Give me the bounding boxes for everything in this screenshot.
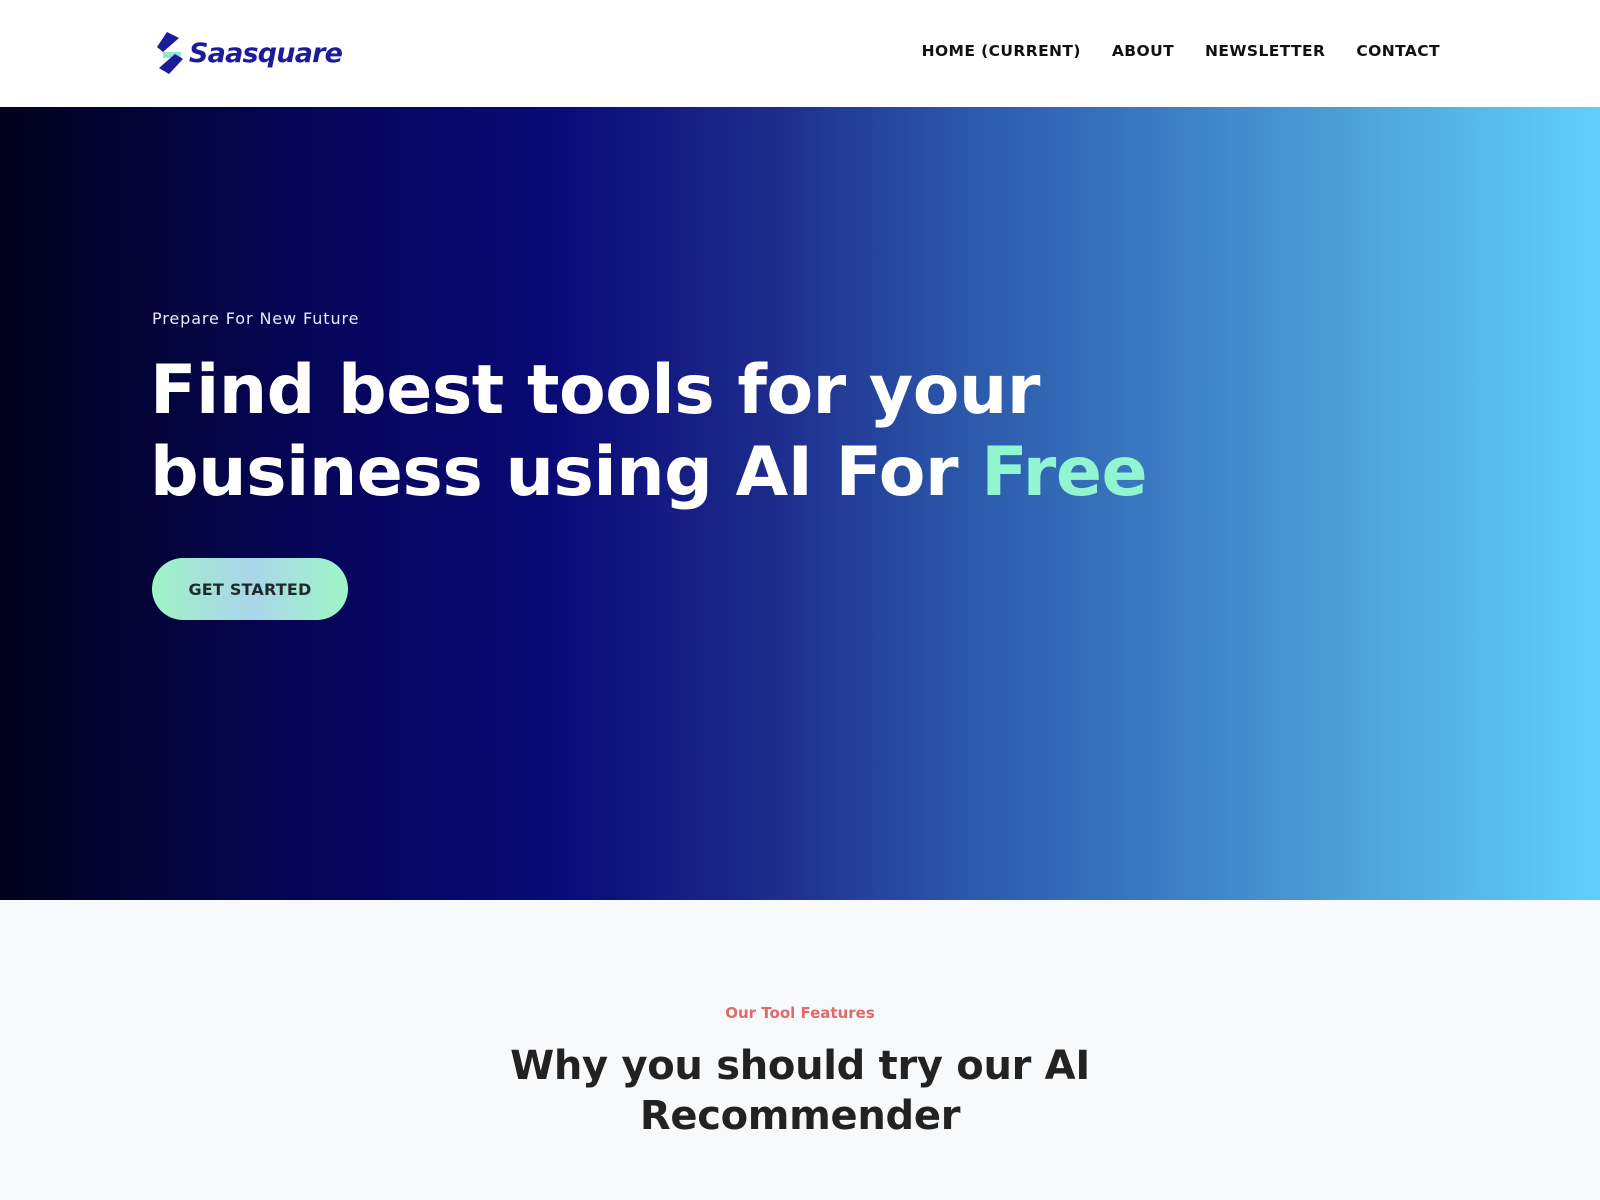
saasquare-logo-icon xyxy=(157,32,183,74)
hero-title-line2: business using AI For xyxy=(150,433,982,512)
logo-text: Saasquare xyxy=(189,37,343,69)
hero-section: Prepare For New Future Find best tools f… xyxy=(0,107,1600,900)
hero-title-line1: Find best tools for your xyxy=(150,351,1040,430)
hero-title: Find best tools for your business using … xyxy=(150,350,1150,514)
features-section: Our Tool Features Why you should try our… xyxy=(0,900,1600,1200)
hero-subtitle: Prepare For New Future xyxy=(152,309,360,328)
site-header: Saasquare HOME (CURRENT) ABOUT NEWSLETTE… xyxy=(0,0,1600,107)
features-kicker: Our Tool Features xyxy=(725,1004,875,1022)
nav-about[interactable]: ABOUT xyxy=(1112,42,1174,60)
main-nav: HOME (CURRENT) ABOUT NEWSLETTER CONTACT xyxy=(922,42,1440,60)
get-started-button[interactable]: GET STARTED xyxy=(152,558,348,620)
nav-newsletter[interactable]: NEWSLETTER xyxy=(1205,42,1325,60)
logo-link[interactable]: Saasquare xyxy=(155,30,343,76)
hero-title-accent: Free xyxy=(981,433,1148,512)
features-title: Why you should try our AI Recommender xyxy=(510,1043,1090,1139)
nav-contact[interactable]: CONTACT xyxy=(1356,42,1440,60)
nav-home[interactable]: HOME (CURRENT) xyxy=(922,42,1081,60)
